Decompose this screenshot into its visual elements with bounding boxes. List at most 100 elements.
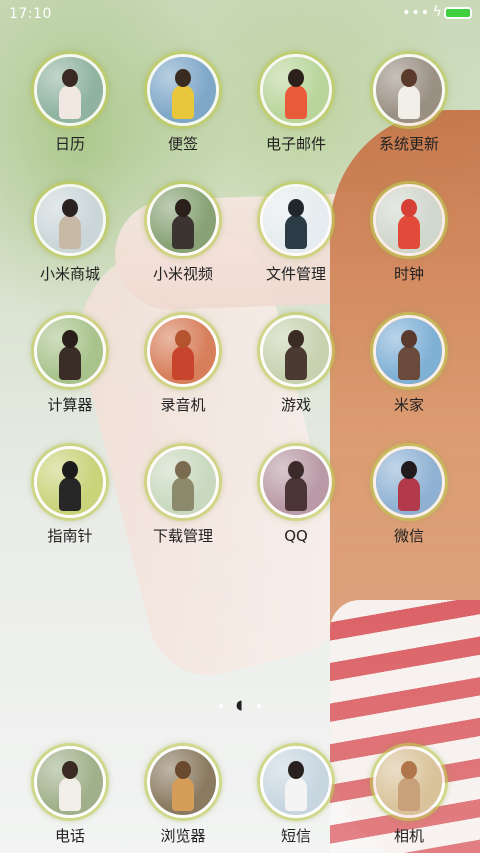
app-photo-figure [398, 85, 420, 119]
app-photo-head [288, 199, 304, 217]
app-photo-figure [172, 346, 194, 380]
clock-photo-icon[interactable] [373, 184, 445, 256]
app-photo-figure [398, 346, 420, 380]
app-games[interactable]: 游戏 [241, 315, 351, 414]
app-photo [263, 318, 329, 384]
app-label: 系统更新 [378, 135, 439, 153]
app-qq[interactable]: QQ [241, 446, 351, 545]
status-time: 17:10 [9, 6, 52, 22]
calendar-photo-icon[interactable] [34, 54, 106, 126]
app-photo-figure [172, 477, 194, 511]
compass-photo-icon[interactable] [34, 446, 106, 518]
app-photo [376, 749, 442, 815]
email-photo-icon[interactable] [260, 54, 332, 126]
messages-photo-icon[interactable] [260, 746, 332, 818]
app-photo [150, 187, 216, 253]
app-label: 电子邮件 [265, 135, 326, 153]
app-photo-figure [285, 346, 307, 380]
app-photo-head [62, 199, 78, 217]
app-mijia[interactable]: 米家 [354, 315, 464, 414]
app-photo-figure [285, 777, 307, 811]
app-photo-head [288, 330, 304, 348]
mi-video-photo-icon[interactable] [147, 184, 219, 256]
app-label: 下载管理 [152, 527, 213, 545]
app-photo [263, 749, 329, 815]
battery-icon [444, 7, 472, 19]
battery-level [446, 9, 470, 17]
page-dot[interactable] [219, 704, 223, 708]
app-photo-figure [398, 215, 420, 249]
app-photo-figure [172, 777, 194, 811]
app-wechat[interactable]: 微信 [354, 446, 464, 545]
page-dot[interactable] [257, 704, 261, 708]
app-photo-head [175, 330, 191, 348]
app-photo [37, 187, 103, 253]
app-photo-head [288, 69, 304, 87]
games-photo-icon[interactable] [260, 315, 332, 387]
app-compass[interactable]: 指南针 [15, 446, 125, 545]
app-photo-figure [285, 215, 307, 249]
recorder-photo-icon[interactable] [147, 315, 219, 387]
app-label: 计算器 [47, 396, 93, 414]
app-browser[interactable]: 浏览器 [128, 746, 238, 845]
app-messages[interactable]: 短信 [241, 746, 351, 845]
app-mi-video[interactable]: 小米视频 [128, 184, 238, 283]
notes-photo-icon[interactable] [147, 54, 219, 126]
app-photo-head [401, 761, 417, 779]
app-clock[interactable]: 时钟 [354, 184, 464, 283]
camera-photo-icon[interactable] [373, 746, 445, 818]
app-phone[interactable]: 电话 [15, 746, 125, 845]
app-label: 便签 [167, 135, 198, 153]
app-photo-figure [59, 85, 81, 119]
mijia-photo-icon[interactable] [373, 315, 445, 387]
app-photo-figure [398, 477, 420, 511]
app-email[interactable]: 电子邮件 [241, 54, 351, 153]
app-label: 指南针 [47, 527, 93, 545]
app-photo-head [175, 761, 191, 779]
app-photo-head [62, 69, 78, 87]
app-recorder[interactable]: 录音机 [128, 315, 238, 414]
app-photo [150, 57, 216, 123]
page-indicator: ◖ [0, 699, 480, 713]
wechat-photo-icon[interactable] [373, 446, 445, 518]
mi-store-photo-icon[interactable] [34, 184, 106, 256]
app-calculator[interactable]: 计算器 [15, 315, 125, 414]
app-file-manager[interactable]: 文件管理 [241, 184, 351, 283]
app-notes[interactable]: 便签 [128, 54, 238, 153]
app-photo-figure [285, 85, 307, 119]
app-label: 小米商城 [39, 265, 100, 283]
app-photo [37, 318, 103, 384]
app-label: QQ [284, 527, 308, 545]
app-download-manager[interactable]: 下载管理 [128, 446, 238, 545]
qq-photo-icon[interactable] [260, 446, 332, 518]
app-photo-head [401, 461, 417, 479]
app-photo-figure [285, 477, 307, 511]
system-update-photo-icon[interactable] [373, 54, 445, 126]
app-photo-head [175, 461, 191, 479]
browser-photo-icon[interactable] [147, 746, 219, 818]
app-calendar[interactable]: 日历 [15, 54, 125, 153]
app-photo [263, 449, 329, 515]
app-photo-head [401, 330, 417, 348]
app-label: 文件管理 [265, 265, 326, 283]
app-photo [150, 449, 216, 515]
app-camera[interactable]: 相机 [354, 746, 464, 845]
file-manager-photo-icon[interactable] [260, 184, 332, 256]
app-system-update[interactable]: 系统更新 [354, 54, 464, 153]
app-mi-store[interactable]: 小米商城 [15, 184, 125, 283]
app-photo [150, 749, 216, 815]
app-photo-figure [172, 215, 194, 249]
app-label: 微信 [393, 527, 424, 545]
app-photo-head [175, 199, 191, 217]
app-photo-figure [59, 215, 81, 249]
app-photo [376, 318, 442, 384]
app-label: 小米视频 [152, 265, 213, 283]
calculator-photo-icon[interactable] [34, 315, 106, 387]
download-manager-photo-icon[interactable] [147, 446, 219, 518]
app-photo-head [62, 330, 78, 348]
app-photo-figure [172, 85, 194, 119]
app-label: 浏览器 [160, 827, 206, 845]
app-photo [263, 187, 329, 253]
app-photo-head [288, 761, 304, 779]
phone-photo-icon[interactable] [34, 746, 106, 818]
